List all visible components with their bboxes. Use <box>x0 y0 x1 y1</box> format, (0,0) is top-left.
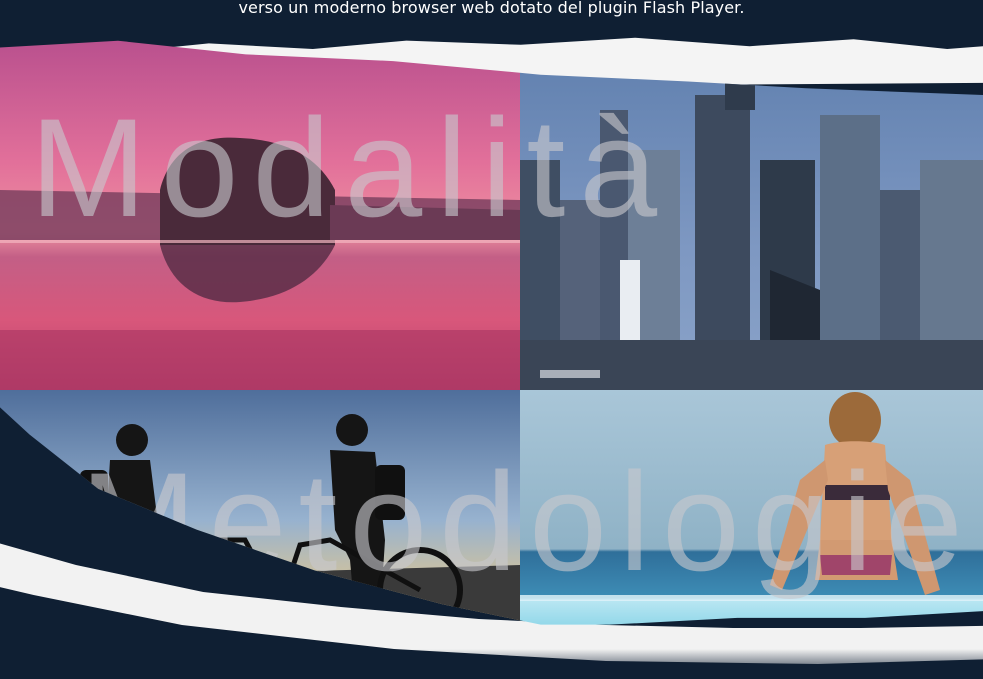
lake-sunset-photo <box>0 40 520 390</box>
bottom-shadow <box>0 649 983 679</box>
photo-collage: Modalità Metodologie <box>0 40 983 625</box>
flash-required-notice: verso un moderno browser web dotato del … <box>238 0 745 17</box>
city-skyline-photo <box>520 40 983 390</box>
flash-fallback-stage: verso un moderno browser web dotato del … <box>0 0 983 679</box>
lake-sunset-image <box>0 40 520 390</box>
city-skyline-image <box>520 40 983 390</box>
